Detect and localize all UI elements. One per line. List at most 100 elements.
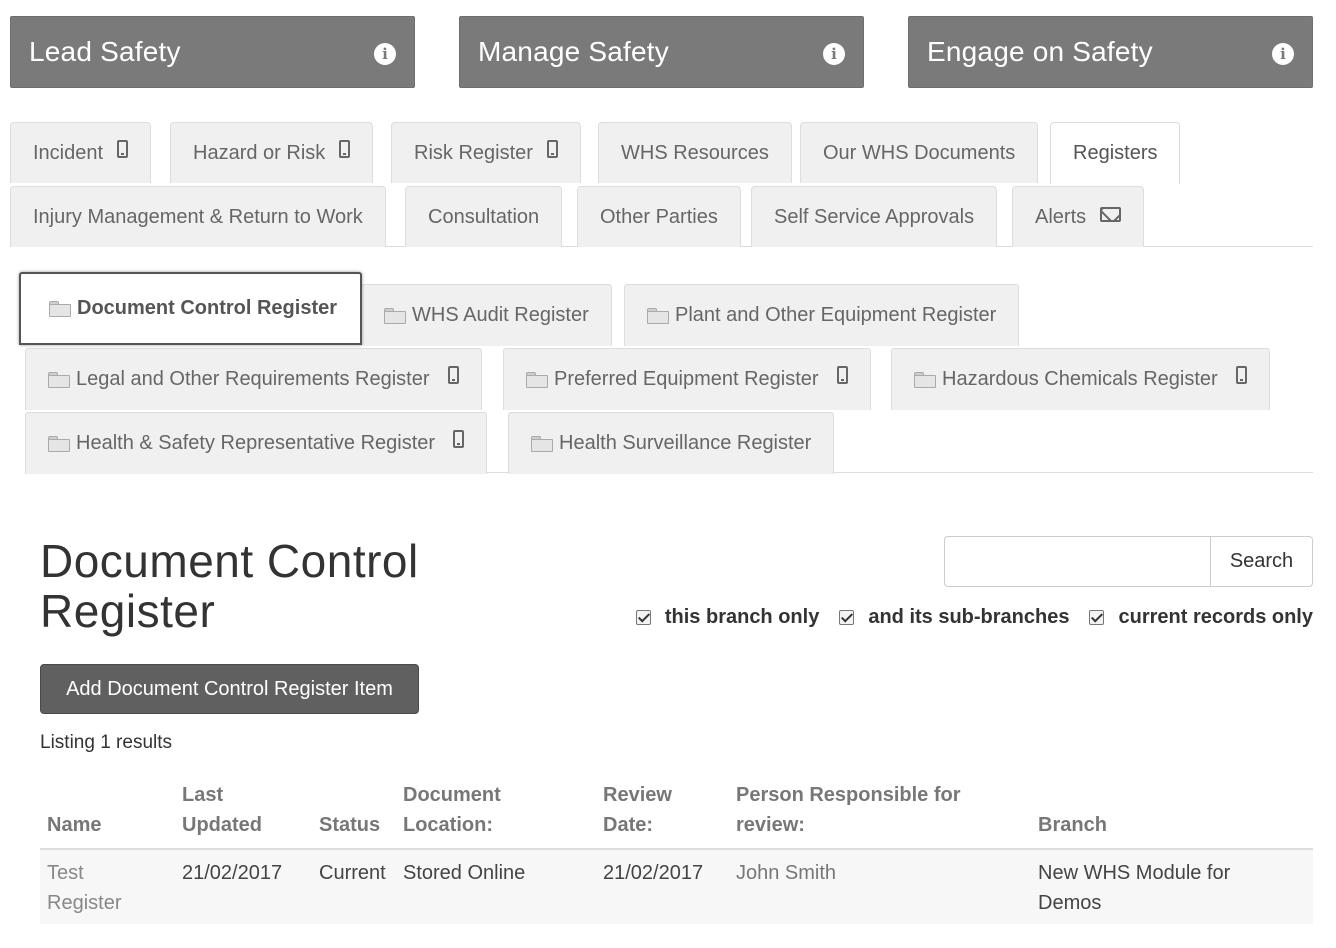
tab-alerts[interactable]: Alerts xyxy=(1012,186,1145,247)
search-input[interactable] xyxy=(944,536,1211,587)
tab-injury-management[interactable]: Injury Management & Return to Work xyxy=(10,186,386,247)
table-row[interactable]: Test Register 21/02/2017 Current Stored O… xyxy=(40,849,1313,924)
tab-our-whs-documents[interactable]: Our WHS Documents xyxy=(800,122,1039,183)
cell-review-date: 21/02/2017 xyxy=(596,849,729,924)
filter-label: this branch only xyxy=(664,605,820,628)
column-header-review-date[interactable]: Review Date: xyxy=(596,780,729,850)
column-header-branch[interactable]: Branch xyxy=(1031,780,1313,850)
cell-status: Current xyxy=(312,849,396,924)
mobile-icon xyxy=(339,139,351,158)
folder-icon xyxy=(647,307,669,324)
main-tabs-row-1: Incident Hazard or Risk Risk Register WH… xyxy=(10,122,1313,184)
tab-self-service-approvals[interactable]: Self Service Approvals xyxy=(751,186,998,247)
subtab-label: Legal and Other Requirements Register xyxy=(76,368,430,390)
subtab-preferred-equipment-register[interactable]: Preferred Equipment Register xyxy=(503,348,871,410)
header-label: Date: xyxy=(603,814,654,836)
section-tiles: Lead Safety i Manage Safety i Engage on … xyxy=(10,16,1313,88)
checkbox-checked-icon[interactable] xyxy=(1089,609,1105,625)
tab-label: Self Service Approvals xyxy=(774,206,975,228)
subtab-label: Preferred Equipment Register xyxy=(554,368,819,390)
page-title: Document Control Register xyxy=(40,536,560,636)
tab-label: Consultation xyxy=(428,206,540,228)
subtab-label: WHS Audit Register xyxy=(412,304,589,326)
subtab-hazardous-chemicals-register[interactable]: Hazardous Chemicals Register xyxy=(891,348,1270,410)
column-header-name[interactable]: Name xyxy=(40,780,175,850)
cell-last-updated: 21/02/2017 xyxy=(175,849,312,924)
tab-label: Alerts xyxy=(1035,206,1087,228)
tile-lead-safety[interactable]: Lead Safety i xyxy=(10,16,415,88)
folder-icon xyxy=(914,371,936,388)
subtab-legal-requirements-register[interactable]: Legal and Other Requirements Register xyxy=(25,348,482,410)
filter-options: this branch only and its sub-branches cu… xyxy=(635,604,1313,630)
header-label: Branch xyxy=(1038,814,1107,836)
subtab-whs-audit-register[interactable]: WHS Audit Register xyxy=(361,284,612,346)
subtab-label: Health Surveillance Register xyxy=(559,432,812,454)
tab-label: Incident xyxy=(33,142,104,164)
checkbox-checked-icon[interactable] xyxy=(635,609,651,625)
cell-text: Demos xyxy=(1038,892,1102,914)
subtab-label: Hazardous Chemicals Register xyxy=(942,368,1218,390)
tab-label: Injury Management & Return to Work xyxy=(33,206,363,228)
register-subtabs: WHS Audit Register Plant and Other Equip… xyxy=(19,272,1313,474)
subtab-label: Document Control Register xyxy=(77,297,338,319)
cell-person-responsible[interactable]: John Smith xyxy=(729,849,1031,924)
subtab-label: Health & Safety Representative Register xyxy=(76,432,436,454)
header-label: Status xyxy=(319,814,381,836)
header-label: Location: xyxy=(403,814,493,836)
header-label: Document xyxy=(403,784,501,806)
header-label: Person Responsible for xyxy=(736,784,961,806)
search-group: Search xyxy=(944,536,1313,587)
filter-current-records-only[interactable]: current records only xyxy=(1089,606,1313,629)
tab-registers[interactable]: Registers xyxy=(1050,122,1181,184)
folder-icon xyxy=(384,307,406,324)
tile-engage-on-safety[interactable]: Engage on Safety i xyxy=(908,16,1313,88)
folder-icon xyxy=(48,435,70,452)
mobile-icon xyxy=(453,429,465,448)
filter-this-branch-only[interactable]: this branch only xyxy=(635,605,820,629)
subtab-health-surveillance-register[interactable]: Health Surveillance Register xyxy=(508,412,835,474)
folder-icon xyxy=(48,371,70,388)
folder-icon xyxy=(49,300,71,317)
column-header-document-location[interactable]: Document Location: xyxy=(396,780,596,850)
tab-consultation[interactable]: Consultation xyxy=(405,186,563,247)
header-label: Review xyxy=(603,784,672,806)
tab-other-parties[interactable]: Other Parties xyxy=(577,186,741,247)
header-label: Name xyxy=(47,814,102,836)
tab-label: Our WHS Documents xyxy=(823,142,1016,164)
header-label: review: xyxy=(736,814,805,836)
filter-label: and its sub-branches xyxy=(868,605,1070,628)
subtab-label: Plant and Other Equipment Register xyxy=(675,304,997,326)
subtab-hsr-register[interactable]: Health & Safety Representative Register xyxy=(25,412,488,474)
tile-label: Lead Safety xyxy=(29,36,181,67)
subtab-document-control-register[interactable]: Document Control Register xyxy=(19,272,363,345)
column-header-status[interactable]: Status xyxy=(312,780,396,850)
subtab-plant-equipment-register[interactable]: Plant and Other Equipment Register xyxy=(624,284,1020,346)
search-button[interactable]: Search xyxy=(1210,536,1313,587)
info-icon[interactable]: i xyxy=(1272,43,1294,65)
mobile-icon xyxy=(546,139,558,158)
main-tabs-row-2: Injury Management & Return to Work Consu… xyxy=(10,186,1313,247)
page-title-line-2: Register xyxy=(40,585,216,637)
cell-text: Register xyxy=(47,892,122,914)
tile-manage-safety[interactable]: Manage Safety i xyxy=(459,16,864,88)
checkbox-checked-icon[interactable] xyxy=(839,609,855,625)
info-icon[interactable]: i xyxy=(374,43,396,65)
cell-name[interactable]: Test Register xyxy=(40,849,175,924)
mobile-icon xyxy=(1235,365,1247,384)
tab-hazard-or-risk[interactable]: Hazard or Risk xyxy=(170,122,374,183)
tab-risk-register[interactable]: Risk Register xyxy=(391,122,581,183)
mobile-icon xyxy=(447,365,459,384)
tab-whs-resources[interactable]: WHS Resources xyxy=(598,122,792,183)
header-label: Updated xyxy=(182,814,262,836)
tab-label: Other Parties xyxy=(600,206,718,228)
info-icon[interactable]: i xyxy=(823,43,845,65)
cell-branch: New WHS Module for Demos xyxy=(1031,849,1313,924)
filter-sub-branches[interactable]: and its sub-branches xyxy=(839,606,1069,629)
tab-incident[interactable]: Incident xyxy=(10,122,152,183)
column-header-last-updated[interactable]: Last Updated xyxy=(175,780,312,850)
cell-text: Test xyxy=(47,862,84,884)
add-register-item-button[interactable]: Add Document Control Register Item xyxy=(40,664,419,714)
mobile-icon xyxy=(117,139,129,158)
folder-icon xyxy=(531,435,553,452)
column-header-person-responsible[interactable]: Person Responsible for review: xyxy=(729,780,1031,850)
